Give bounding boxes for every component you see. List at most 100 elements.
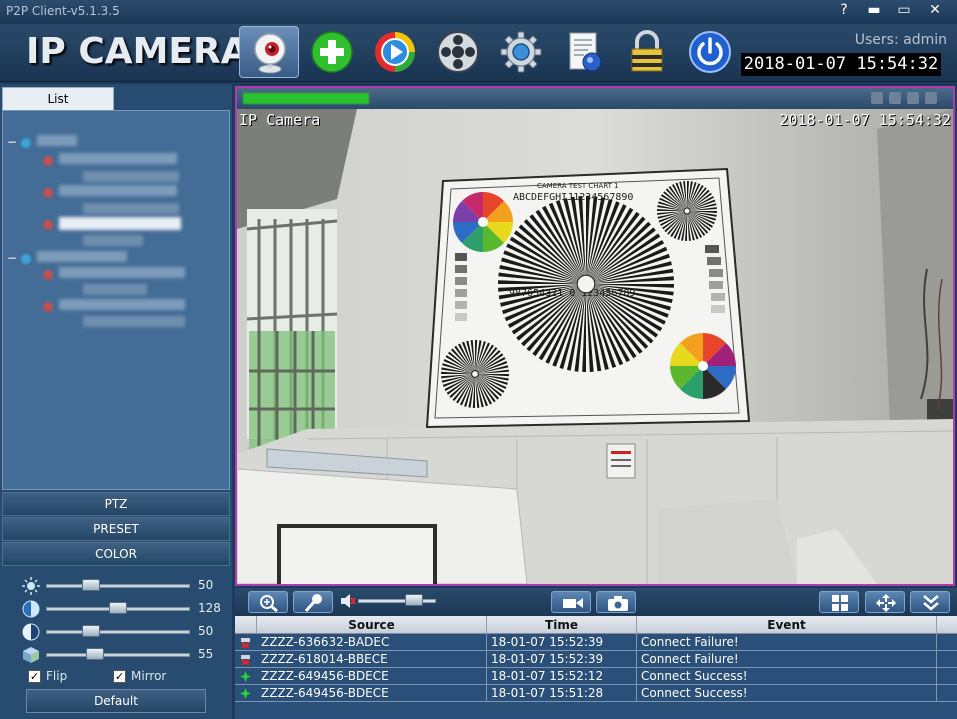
tab-list[interactable]: List	[2, 87, 114, 110]
camera-offline-icon	[43, 302, 53, 312]
flip-checkbox[interactable]: ✓	[28, 670, 41, 683]
ptz-section-button[interactable]: PTZ	[2, 492, 230, 516]
mirror-label: Mirror	[131, 669, 167, 683]
tree-group-node[interactable]	[37, 251, 127, 262]
magnifier-icon	[260, 595, 278, 612]
group-icon	[21, 254, 31, 264]
tree-device-node[interactable]	[59, 267, 185, 278]
speaker-muted-icon[interactable]	[340, 593, 356, 609]
tree-device-status	[83, 316, 185, 327]
log-row[interactable]: ZZZZ-618014-BBECE 18-01-07 15:52:39 Connec…	[235, 651, 957, 668]
osd-camera-name: IP Camera	[239, 111, 321, 129]
tree-device-node[interactable]	[59, 185, 177, 196]
tree-collapse-icon[interactable]: −	[7, 135, 17, 149]
log-header-time[interactable]: Time	[487, 616, 637, 634]
tree-device-node-selected[interactable]	[59, 217, 181, 230]
contrast-row: 128	[2, 599, 230, 619]
saturation-slider-thumb[interactable]	[81, 625, 100, 637]
camera-offline-icon	[43, 220, 53, 230]
brightness-slider-thumb[interactable]	[81, 579, 100, 591]
tree-group-node[interactable]	[37, 135, 77, 146]
zoom-button[interactable]	[248, 591, 288, 613]
speaker-icon[interactable]	[889, 92, 901, 104]
volume-slider[interactable]	[358, 599, 436, 603]
snapshot-button[interactable]	[596, 591, 636, 613]
fullscreen-button[interactable]	[865, 591, 905, 613]
saturation-row: 50	[2, 622, 230, 642]
camera-feed: CAMERA TEST CHART 1 ABCDEFGHIJ1234567890…	[237, 109, 953, 584]
log-row[interactable]: ZZZZ-649456-BDECE 18-01-07 15:52:12 Connec…	[235, 668, 957, 685]
camera-failure-icon	[241, 655, 250, 665]
settings-button[interactable]	[491, 26, 551, 78]
record-icon[interactable]	[907, 92, 919, 104]
expand-arrows-icon	[876, 594, 896, 612]
padlock-icon	[631, 30, 663, 72]
camera-failure-icon	[241, 638, 250, 648]
tree-collapse-icon[interactable]: −	[7, 251, 17, 265]
tree-device-status	[83, 203, 179, 214]
gear-icon	[500, 31, 542, 73]
log-time-cell: 18-01-07 15:52:39	[487, 651, 637, 668]
microphone-icon	[304, 594, 322, 612]
add-device-button[interactable]	[302, 26, 362, 78]
talk-button[interactable]	[293, 591, 333, 613]
datetime-display: 2018-01-07 15:54:32	[741, 53, 941, 76]
minimize-button[interactable]: ▬	[859, 0, 889, 22]
log-event-cell: Connect Success!	[637, 668, 937, 685]
tree-device-status	[83, 235, 143, 246]
help-button[interactable]: ?	[829, 0, 859, 22]
saturation-icon	[22, 623, 40, 641]
camera-offline-icon	[43, 270, 53, 280]
close-button[interactable]: ✕	[920, 0, 950, 22]
film-reel-icon	[437, 31, 479, 73]
live-view-button[interactable]	[239, 26, 299, 78]
log-button[interactable]	[554, 26, 614, 78]
camera-icon	[608, 596, 628, 611]
window-title: P2P Client-v5.1.3.5	[6, 4, 120, 18]
video-window[interactable]: CAMERA TEST CHART 1 ABCDEFGHIJ1234567890…	[235, 86, 955, 586]
default-button[interactable]: Default	[26, 689, 206, 713]
device-tree[interactable]: − −	[2, 110, 230, 490]
exit-button[interactable]	[680, 26, 740, 78]
color-section-button[interactable]: COLOR	[2, 542, 230, 566]
volume-slider-thumb[interactable]	[404, 594, 423, 606]
connection-success-icon	[240, 688, 251, 699]
saturation-slider[interactable]	[46, 630, 190, 634]
lock-button[interactable]	[617, 26, 677, 78]
contrast-slider-thumb[interactable]	[109, 602, 128, 614]
layout-grid-button[interactable]	[819, 591, 859, 613]
log-row[interactable]: ZZZZ-636632-BADEC 18-01-07 15:52:39 Connec…	[235, 634, 957, 651]
snapshot-video-button[interactable]	[551, 591, 591, 613]
brightness-slider[interactable]	[46, 584, 190, 588]
double-chevron-down-icon	[923, 595, 939, 611]
log-header-event[interactable]: Event	[637, 616, 937, 634]
brightness-value: 50	[198, 578, 214, 592]
tool-icon[interactable]	[871, 92, 883, 104]
maximize-button[interactable]: ▭	[889, 0, 919, 22]
log-time-cell: 18-01-07 15:52:39	[487, 634, 637, 651]
grid-icon	[832, 595, 848, 611]
tree-device-node[interactable]	[59, 299, 185, 310]
saturation-value: 50	[198, 624, 214, 638]
hue-slider[interactable]	[46, 653, 190, 657]
hue-slider-thumb[interactable]	[85, 648, 104, 660]
hue-value: 55	[198, 647, 214, 661]
camera-name-bar	[243, 93, 369, 104]
log-row[interactable]: ZZZZ-649456-BDECE 18-01-07 15:51:28 Connec…	[235, 685, 957, 702]
chart-title: CAMERA TEST CHART 1	[537, 182, 619, 190]
camera-offline-icon	[43, 188, 53, 198]
tree-device-node[interactable]	[59, 153, 177, 164]
log-time-cell: 18-01-07 15:51:28	[487, 685, 637, 702]
remote-playback-button[interactable]	[428, 26, 488, 78]
log-source-cell: ZZZZ-618014-BBECE	[257, 651, 487, 668]
preset-section-button[interactable]: PRESET	[2, 517, 230, 541]
log-header-source[interactable]: Source	[257, 616, 487, 634]
collapse-log-button[interactable]	[910, 591, 950, 613]
mirror-checkbox[interactable]: ✓	[113, 670, 126, 683]
playback-button[interactable]	[365, 26, 425, 78]
contrast-value: 128	[198, 601, 221, 615]
fullscreen-icon[interactable]	[925, 92, 937, 104]
log-event-cell: Connect Success!	[637, 685, 937, 702]
hue-row: 55	[2, 645, 230, 665]
log-time-cell: 18-01-07 15:52:12	[487, 668, 637, 685]
